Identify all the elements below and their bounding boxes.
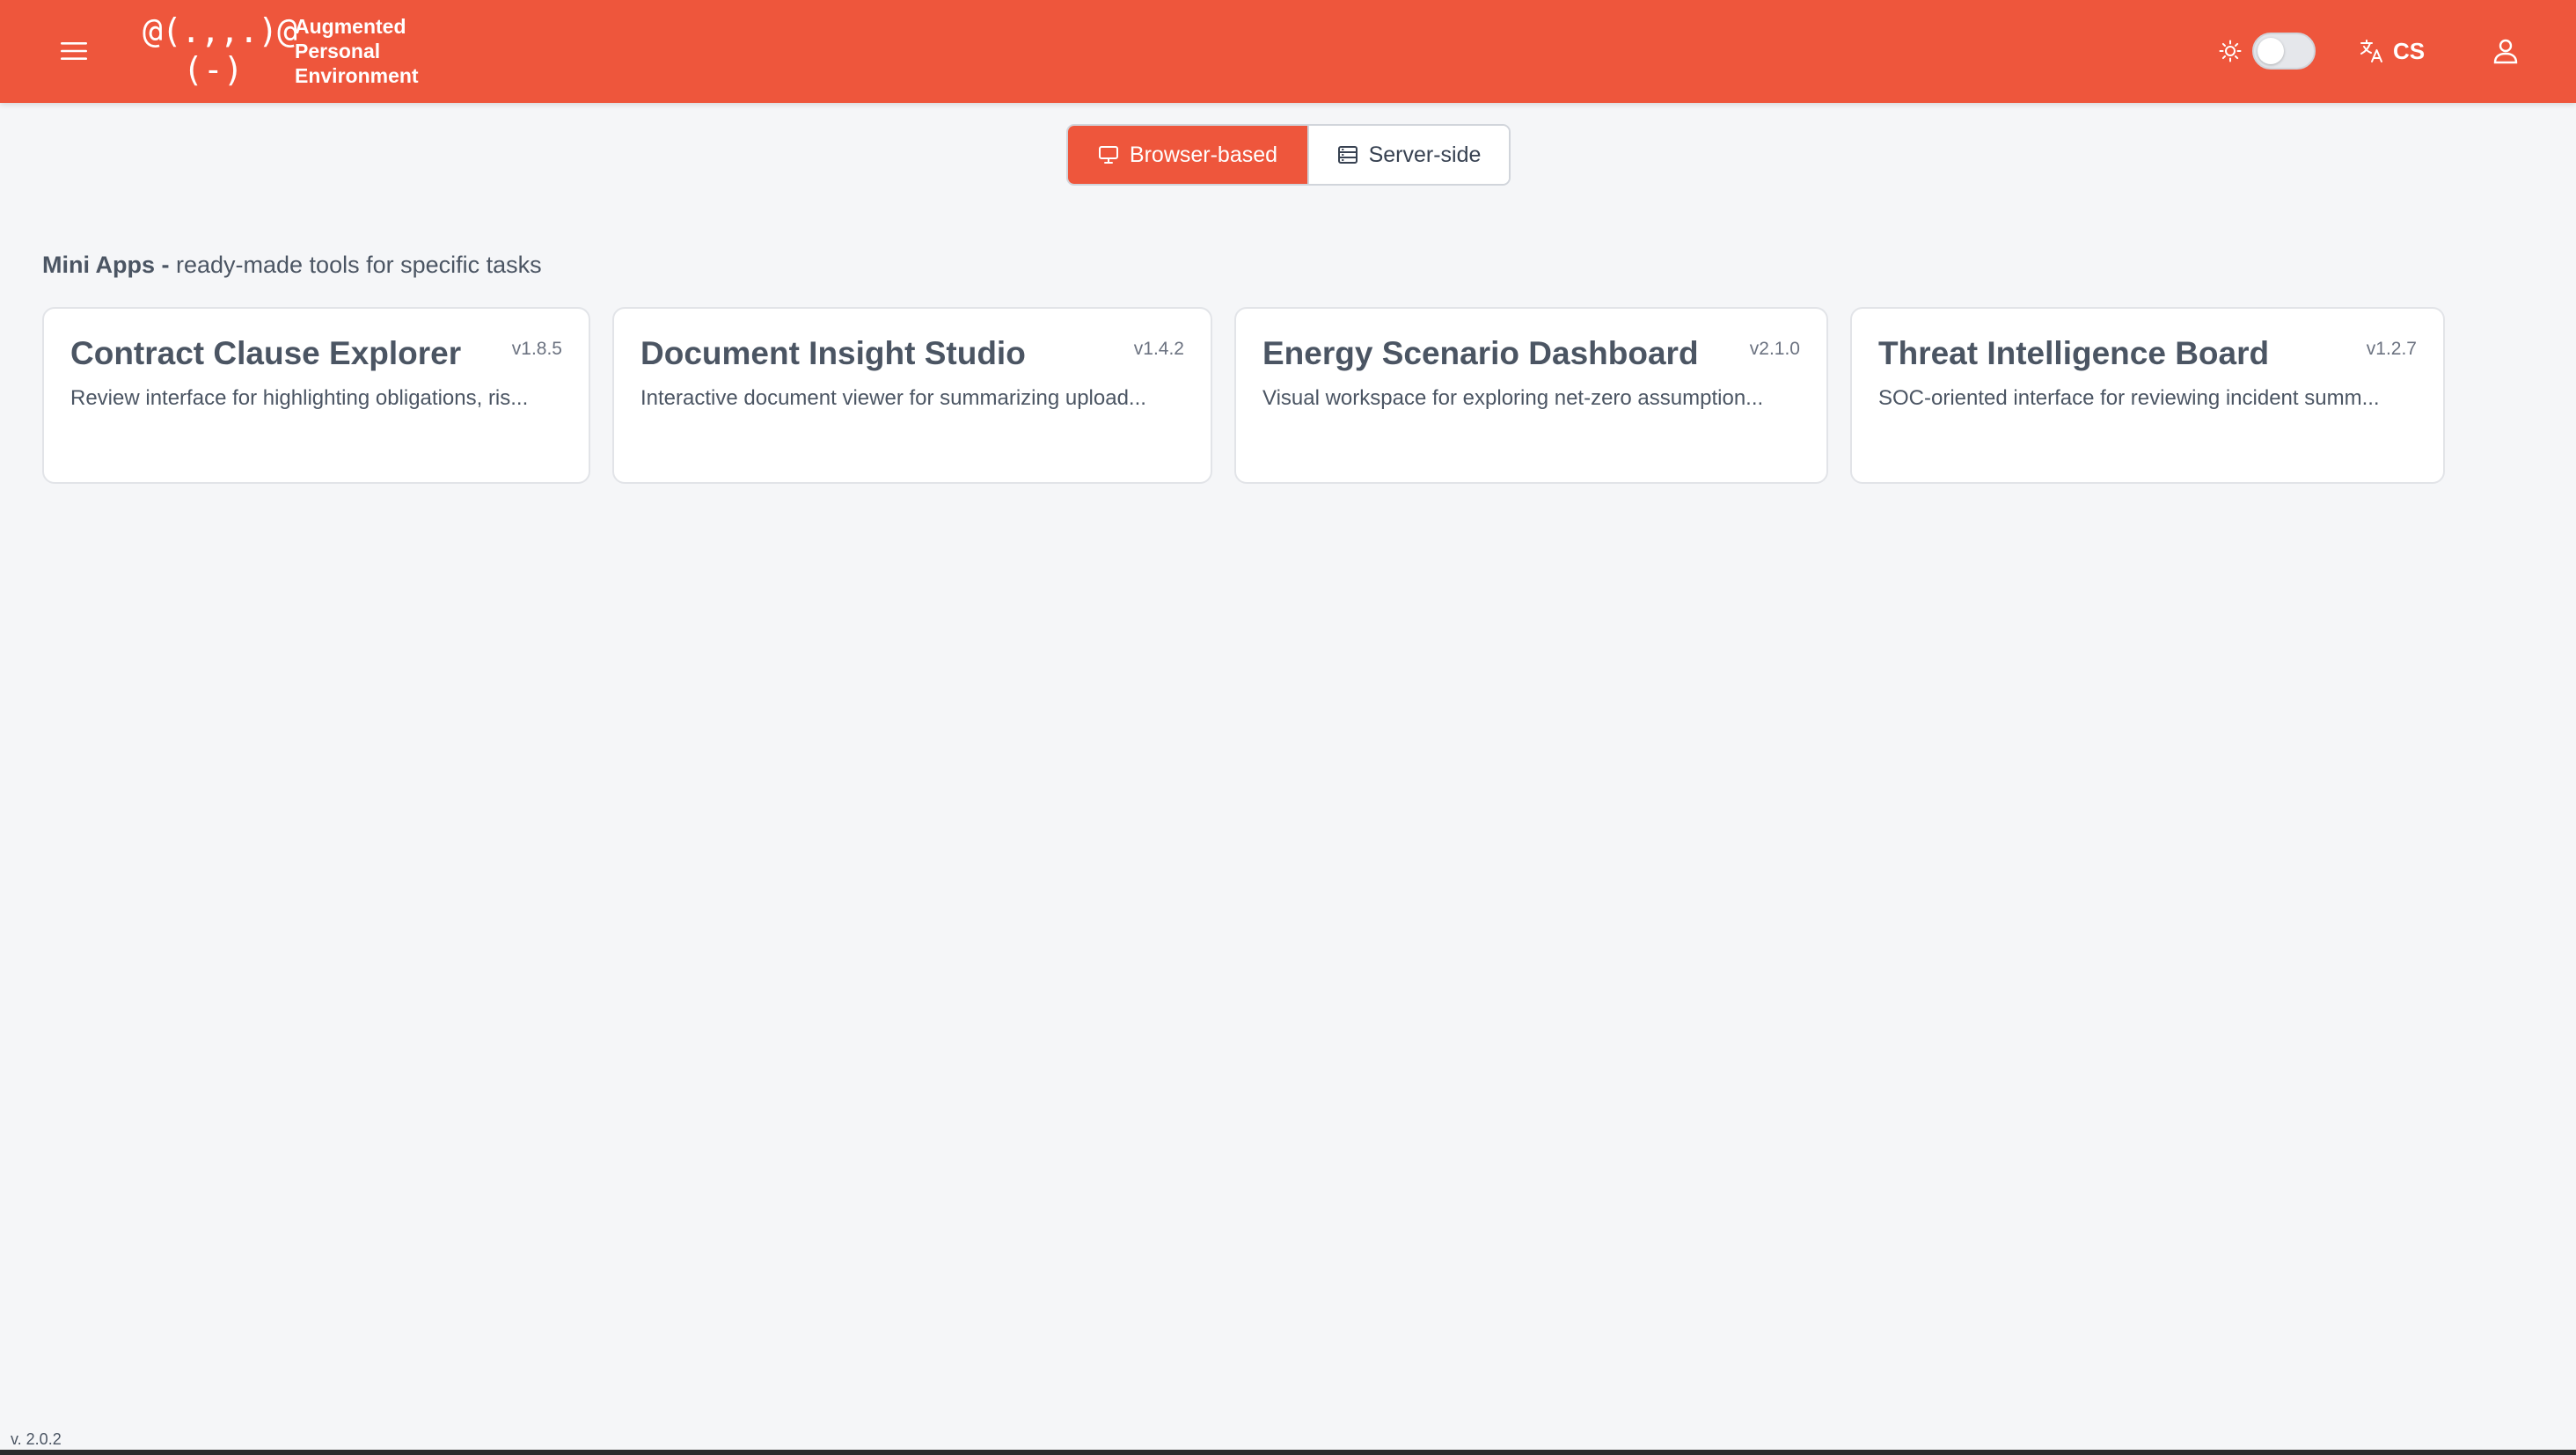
theme-toggle-knob [2258,38,2284,64]
top-bar: @(.,,.)@ (-) Augmented Personal Environm… [0,0,2576,103]
app-card-description: Review interface for highlighting obliga… [70,386,529,410]
app-card-title: Document Insight Studio [640,335,1026,371]
browser-based-tab[interactable]: Browser-based [1068,126,1307,184]
app-card-title: Threat Intelligence Board [1878,335,2270,371]
app-page: @(.,,.)@ (-) Augmented Personal Environm… [0,0,2576,1455]
hamburger-menu-icon [61,42,87,60]
user-account-button[interactable] [2486,32,2525,70]
app-card-version: v1.8.5 [511,339,562,359]
app-type-segmented-control: Browser-based Server-side [1066,124,1511,186]
browser-based-label: Browser-based [1129,142,1278,167]
app-card-description: Interactive document viewer for summariz… [640,386,1146,410]
app-card-version: v2.1.0 [1749,339,1800,359]
app-card-energy-scenario-dashboard[interactable]: Energy Scenario Dashboard v2.1.0 Visual … [1234,307,1828,484]
server-side-label: Server-side [1368,142,1482,167]
menu-button[interactable] [55,32,93,70]
app-card-description: Visual workspace for exploring net-zero … [1262,386,1764,410]
language-label: CS [2393,37,2426,64]
app-version-label: v. 2.0.2 [11,1430,62,1448]
monitor-icon [1098,146,1118,164]
window-bottom-edge [0,1450,2576,1455]
app-card-threat-intelligence-board[interactable]: Threat Intelligence Board v1.2.7 SOC-ori… [1850,307,2445,484]
brand-line-2: Personal [295,40,381,62]
brand-line-1: Augmented [295,15,406,38]
server-icon [1337,146,1358,164]
section-heading: Mini Apps - ready-made tools for specifi… [42,252,542,279]
brand-name: Augmented Personal Environment [295,14,419,88]
app-card-document-insight-studio[interactable]: Document Insight Studio v1.4.2 Interacti… [612,307,1212,484]
theme-toggle[interactable] [2252,33,2316,69]
server-side-tab[interactable]: Server-side [1307,126,1509,184]
logo-line-1: @(.,,.)@ [143,11,297,50]
app-card-version: v1.2.7 [2366,339,2417,359]
logo-line-2: (-) [183,50,244,89]
app-card-version: v1.4.2 [1133,339,1184,359]
app-card-title: Energy Scenario Dashboard [1262,335,1699,371]
section-heading-strong: Mini Apps - [42,252,170,278]
logo-ascii-face[interactable]: @(.,,.)@ (-) [143,12,297,89]
sun-icon [2219,40,2242,62]
brand-line-3: Environment [295,64,419,87]
app-card-contract-clause-explorer[interactable]: Contract Clause Explorer v1.8.5 Review i… [42,307,590,484]
user-icon [2493,39,2518,64]
app-card-description: SOC-oriented interface for reviewing inc… [1878,386,2380,410]
translate-icon [2360,40,2382,62]
section-heading-rest: ready-made tools for specific tasks [169,252,542,278]
app-card-title: Contract Clause Explorer [70,335,462,371]
language-button[interactable]: CS [2360,32,2425,70]
